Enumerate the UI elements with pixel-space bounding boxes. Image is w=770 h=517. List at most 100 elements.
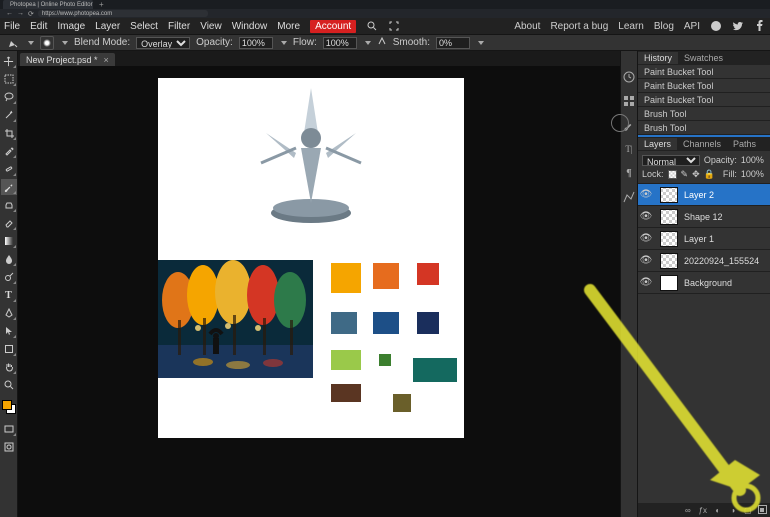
layer-row[interactable]: 👁Background🔒 <box>638 272 770 294</box>
layer-row[interactable]: 👁Shape 12 <box>638 206 770 228</box>
quick-mask-button[interactable] <box>1 439 17 455</box>
account-button[interactable]: Account <box>310 20 356 33</box>
tab-paths[interactable]: Paths <box>727 138 762 150</box>
lock-transparent-icon[interactable] <box>668 170 677 179</box>
brush-panel-icon[interactable] <box>621 117 637 133</box>
type-tool[interactable]: T <box>1 287 17 303</box>
history-item[interactable]: Brush Tool <box>638 121 770 135</box>
swatches-icon[interactable] <box>621 93 637 109</box>
history-item[interactable]: Brush Tool <box>638 107 770 121</box>
history-item[interactable]: Paint Bucket Tool <box>638 79 770 93</box>
layer-group-icon[interactable]: ▢ <box>743 506 753 515</box>
menu-select[interactable]: Select <box>130 21 158 32</box>
new-tab-button[interactable]: + <box>99 0 104 9</box>
link-layers-icon[interactable]: ∞ <box>683 506 693 515</box>
document-tab[interactable]: New Project.psd * × <box>20 53 115 66</box>
heal-tool[interactable] <box>1 161 17 177</box>
menu-filter[interactable]: Filter <box>168 21 190 32</box>
new-layer-icon[interactable] <box>758 505 768 516</box>
browser-tab[interactable]: Photopea | Online Photo Editor × <box>3 0 93 9</box>
rect-select-tool[interactable] <box>1 71 17 87</box>
info-panel-icon[interactable] <box>621 189 637 205</box>
menu-window[interactable]: Window <box>232 21 268 32</box>
nav-forward-icon[interactable]: → <box>17 10 24 17</box>
search-icon[interactable] <box>366 20 378 32</box>
opacity-dropdown[interactable] <box>281 41 287 45</box>
layer-visibility-icon[interactable]: 👁 <box>638 255 654 266</box>
tool-preset-dropdown[interactable] <box>28 41 34 45</box>
gradient-tool[interactable] <box>1 233 17 249</box>
workspace[interactable] <box>18 66 620 517</box>
layer-fill-input[interactable]: 100% <box>741 169 770 179</box>
layer-mask-icon[interactable]: ◐ <box>713 506 723 515</box>
pen-tool[interactable] <box>1 305 17 321</box>
layer-blend-select[interactable]: Normal <box>642 155 700 166</box>
layer-row[interactable]: 👁Layer 2 <box>638 184 770 206</box>
magic-wand-tool[interactable] <box>1 107 17 123</box>
nav-reload-icon[interactable]: ⟳ <box>28 10 34 18</box>
smooth-dropdown[interactable] <box>478 41 484 45</box>
lasso-tool[interactable] <box>1 89 17 105</box>
brush-preview[interactable] <box>40 36 54 50</box>
zoom-tool[interactable] <box>1 377 17 393</box>
url-input[interactable]: https://www.photopea.com <box>38 10 208 17</box>
link-learn[interactable]: Learn <box>618 21 644 32</box>
move-tool[interactable] <box>1 53 17 69</box>
tab-channels[interactable]: Channels <box>677 138 727 150</box>
layer-thumbnail[interactable] <box>660 231 678 247</box>
history-item[interactable]: Paint Bucket Tool <box>638 93 770 107</box>
reddit-icon[interactable] <box>710 20 722 32</box>
link-report-bug[interactable]: Report a bug <box>550 21 608 32</box>
airbrush-icon[interactable] <box>377 36 387 49</box>
active-tool-icon[interactable] <box>6 36 20 50</box>
layer-row[interactable]: 👁Layer 1 <box>638 228 770 250</box>
layer-visibility-icon[interactable]: 👁 <box>638 211 654 222</box>
lock-position-icon[interactable]: ✥ <box>692 169 700 180</box>
facebook-icon[interactable] <box>754 20 766 32</box>
history-item[interactable]: Paint Bucket Tool <box>638 65 770 79</box>
layer-row[interactable]: 👁20220924_155524 <box>638 250 770 272</box>
menu-more[interactable]: More <box>277 21 300 32</box>
layer-thumbnail[interactable] <box>660 253 678 269</box>
nav-back-icon[interactable]: ← <box>6 10 13 17</box>
link-api[interactable]: API <box>684 21 700 32</box>
menu-image[interactable]: Image <box>57 21 85 32</box>
link-about[interactable]: About <box>514 21 540 32</box>
smooth-input[interactable]: 0% <box>436 37 470 49</box>
lock-all-icon[interactable]: 🔒 <box>704 169 715 180</box>
tab-layers[interactable]: Layers <box>638 138 677 150</box>
close-document-icon[interactable]: × <box>104 55 109 65</box>
layer-visibility-icon[interactable]: 👁 <box>638 189 654 200</box>
canvas[interactable] <box>158 78 464 438</box>
blur-tool[interactable] <box>1 251 17 267</box>
layer-opacity-input[interactable]: 100% <box>741 155 770 165</box>
flow-dropdown[interactable] <box>365 41 371 45</box>
tab-swatches[interactable]: Swatches <box>678 52 729 64</box>
layer-thumbnail[interactable] <box>660 209 678 225</box>
clock-icon[interactable] <box>621 69 637 85</box>
hand-tool[interactable] <box>1 359 17 375</box>
dodge-tool[interactable] <box>1 269 17 285</box>
lock-paint-icon[interactable]: ✎ <box>681 169 689 180</box>
menu-view[interactable]: View <box>200 21 222 32</box>
path-select-tool[interactable] <box>1 323 17 339</box>
layer-visibility-icon[interactable]: 👁 <box>638 233 654 244</box>
paragraph-panel-icon[interactable]: ¶ <box>621 165 637 181</box>
blend-mode-select[interactable]: Overlay <box>136 37 190 49</box>
fullscreen-icon[interactable] <box>388 20 400 32</box>
crop-tool[interactable] <box>1 125 17 141</box>
clone-tool[interactable] <box>1 197 17 213</box>
menu-layer[interactable]: Layer <box>95 21 120 32</box>
color-swatch[interactable] <box>1 399 17 415</box>
tab-history[interactable]: History <box>638 52 678 64</box>
link-blog[interactable]: Blog <box>654 21 674 32</box>
foreground-color[interactable] <box>2 400 12 410</box>
twitter-icon[interactable] <box>732 20 744 32</box>
shape-tool[interactable] <box>1 341 17 357</box>
layer-visibility-icon[interactable]: 👁 <box>638 277 654 288</box>
menu-edit[interactable]: Edit <box>30 21 47 32</box>
layer-thumbnail[interactable] <box>660 275 678 291</box>
character-panel-icon[interactable]: T| <box>621 141 637 157</box>
opacity-input[interactable]: 100% <box>239 37 273 49</box>
eyedropper-tool[interactable] <box>1 143 17 159</box>
